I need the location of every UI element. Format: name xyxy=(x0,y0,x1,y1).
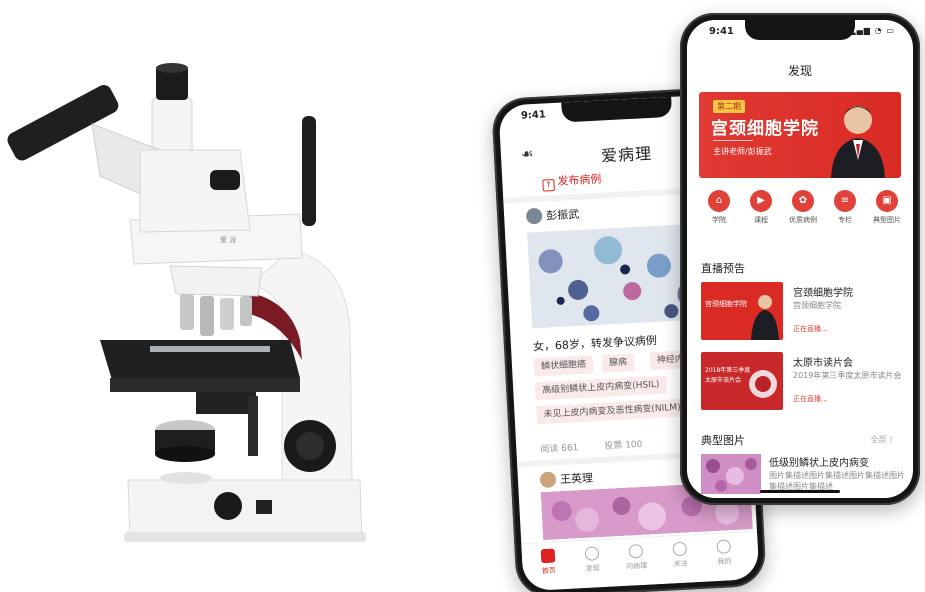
compass-icon xyxy=(584,546,600,561)
avatar xyxy=(525,207,543,225)
quick-cases[interactable]: ✿ 优质病例 xyxy=(783,190,823,225)
case-tag[interactable]: 未见上皮内病变及恶性病变(NILM) xyxy=(536,398,689,425)
quick-column[interactable]: ≡ 专栏 xyxy=(825,190,865,225)
svg-text:太原市读片会: 太原市读片会 xyxy=(705,376,741,384)
case-tag[interactable]: 腺病 xyxy=(601,353,635,373)
post-author[interactable]: 王英理 xyxy=(539,469,594,489)
quick-label: 专栏 xyxy=(838,216,852,224)
status-time: 9:41 xyxy=(709,26,734,37)
live-cover: 宫颈细胞学院 xyxy=(701,282,783,340)
lecturer-photo xyxy=(831,106,885,178)
tab-label: 发现 xyxy=(585,564,600,573)
histology-image xyxy=(701,454,761,494)
live-status: 正在直播... xyxy=(793,395,828,403)
live-section-title: 直播预告 xyxy=(701,262,745,275)
banner-subtitle: 主讲老师/彭振武 xyxy=(713,147,772,156)
post-author[interactable]: 彭振武 xyxy=(525,206,580,225)
vote-count: 投票 100 xyxy=(604,439,643,452)
banner-badge: 第二期 xyxy=(713,100,745,113)
live-desc: 2019年第三季度太原市读片会 xyxy=(793,371,902,380)
live-item[interactable]: 2018年第三季度 太原市读片会 太原市读片会 2019年第三季度太原市读片会 … xyxy=(701,352,901,412)
tab-ask[interactable]: 问病理 xyxy=(618,543,655,572)
quick-academy[interactable]: ⌂ 学院 xyxy=(699,190,739,225)
typical-thumbnail xyxy=(701,454,761,494)
tab-home[interactable]: 首页 xyxy=(530,548,567,577)
tab-label: 我的 xyxy=(717,557,732,567)
home-icon xyxy=(540,548,556,564)
view-all-link[interactable]: 全部 〉 xyxy=(870,434,897,445)
author-name: 彭振武 xyxy=(545,207,580,223)
publish-case-label: 发布病例 xyxy=(557,172,602,188)
typical-desc: 图片集描述图片集描述图片集描述图片集描述图片集描述 xyxy=(769,471,905,491)
live-item[interactable]: 宫颈细胞学院 宫颈细胞学院 宫颈细胞学院 正在直播... xyxy=(701,282,901,342)
status-time: 9:41 xyxy=(520,109,547,122)
svg-text:2018年第三季度: 2018年第三季度 xyxy=(705,366,750,374)
quick-nav: ⌂ 学院 ▶ 课程 ✿ 优质病例 ≡ 专栏 ▣ 典型图片 xyxy=(699,190,901,230)
tab-mine[interactable]: 我的 xyxy=(705,539,742,568)
live-title: 宫颈细胞学院 xyxy=(793,288,853,299)
banner-title: 宫颈细胞学院 xyxy=(711,119,819,139)
promo-banner[interactable]: 第二期 宫颈细胞学院 主讲老师/彭振武 xyxy=(699,92,901,178)
phone-front: 9:41 ▂▄▆ ◔ ▭ 发现 第二期 宫颈细胞学院 主讲老师/彭振武 ⌂ 学院 … xyxy=(680,13,920,505)
image-icon: ▣ xyxy=(876,190,898,212)
live-thumbnail: 宫颈细胞学院 xyxy=(701,282,783,340)
post-stats: 阅读 661 投票 100 xyxy=(540,435,669,455)
notch xyxy=(561,96,673,123)
quick-label: 典型图片 xyxy=(873,216,901,224)
home-indicator xyxy=(760,490,840,493)
chat-icon xyxy=(628,543,644,559)
tab-discover[interactable]: 发现 xyxy=(574,546,611,575)
tab-label: 关注 xyxy=(673,559,688,569)
signal-battery-icon: ▂▄▆ ◔ ▭ xyxy=(849,26,895,35)
tab-label: 首页 xyxy=(541,566,556,576)
notch xyxy=(745,20,855,40)
upload-icon: ↑ xyxy=(542,179,555,192)
star-icon: ✿ xyxy=(792,190,814,212)
tab-follow[interactable]: 关注 xyxy=(661,541,698,570)
quick-label: 优质病例 xyxy=(789,216,817,224)
play-icon: ▶ xyxy=(750,190,772,212)
case-tag[interactable]: 高级别鳞状上皮内病变(HSIL) xyxy=(534,375,667,401)
microscope-image: 爱 派 xyxy=(7,63,366,542)
quick-label: 课程 xyxy=(754,216,768,224)
author-name: 王英理 xyxy=(559,471,594,487)
view-count: 阅读 661 xyxy=(540,443,579,456)
wifi-antenna xyxy=(302,116,316,226)
quick-images[interactable]: ▣ 典型图片 xyxy=(867,190,907,225)
bottom-tab-bar: 首页 发现 问病理 关注 我的 xyxy=(521,530,760,592)
svg-text:宫颈细胞学院: 宫颈细胞学院 xyxy=(705,299,747,308)
page-title: 发现 xyxy=(787,64,812,78)
tab-label: 问病理 xyxy=(625,561,648,571)
notification-bell-icon[interactable]: ☙ xyxy=(521,146,534,163)
quick-label: 学院 xyxy=(712,216,726,224)
academy-icon: ⌂ xyxy=(708,190,730,212)
column-icon: ≡ xyxy=(834,190,856,212)
typical-image-item[interactable]: 低级别鳞状上皮内病变 图片集描述图片集描述图片集描述图片集描述图片集描述 xyxy=(701,454,911,494)
publish-case-button[interactable]: ↑ 发布病例 xyxy=(542,171,602,192)
quick-course[interactable]: ▶ 课程 xyxy=(741,190,781,225)
typical-section-title: 典型图片 xyxy=(701,434,745,447)
user-icon xyxy=(716,539,732,555)
case-tag[interactable]: 鳞状细胞癌 xyxy=(533,355,594,377)
avatar xyxy=(539,471,557,489)
live-thumbnail: 2018年第三季度 太原市读片会 xyxy=(701,352,783,410)
microscope-brand-label: 爱 派 xyxy=(220,236,236,244)
heart-icon xyxy=(672,541,688,557)
phone-front-screen: 9:41 ▂▄▆ ◔ ▭ 发现 第二期 宫颈细胞学院 主讲老师/彭振武 ⌂ 学院 … xyxy=(687,20,913,498)
case-title[interactable]: 女，68岁，转发争议病例 xyxy=(533,332,658,354)
app-title: 爱病理 xyxy=(600,143,653,166)
live-status: 正在直播... xyxy=(793,325,828,333)
typical-title: 低级别鳞状上皮内病变 xyxy=(769,458,869,469)
live-cover: 2018年第三季度 太原市读片会 xyxy=(701,352,783,410)
banner-divider xyxy=(713,140,753,141)
live-desc: 宫颈细胞学院 xyxy=(793,301,841,310)
live-title: 太原市读片会 xyxy=(793,358,853,369)
